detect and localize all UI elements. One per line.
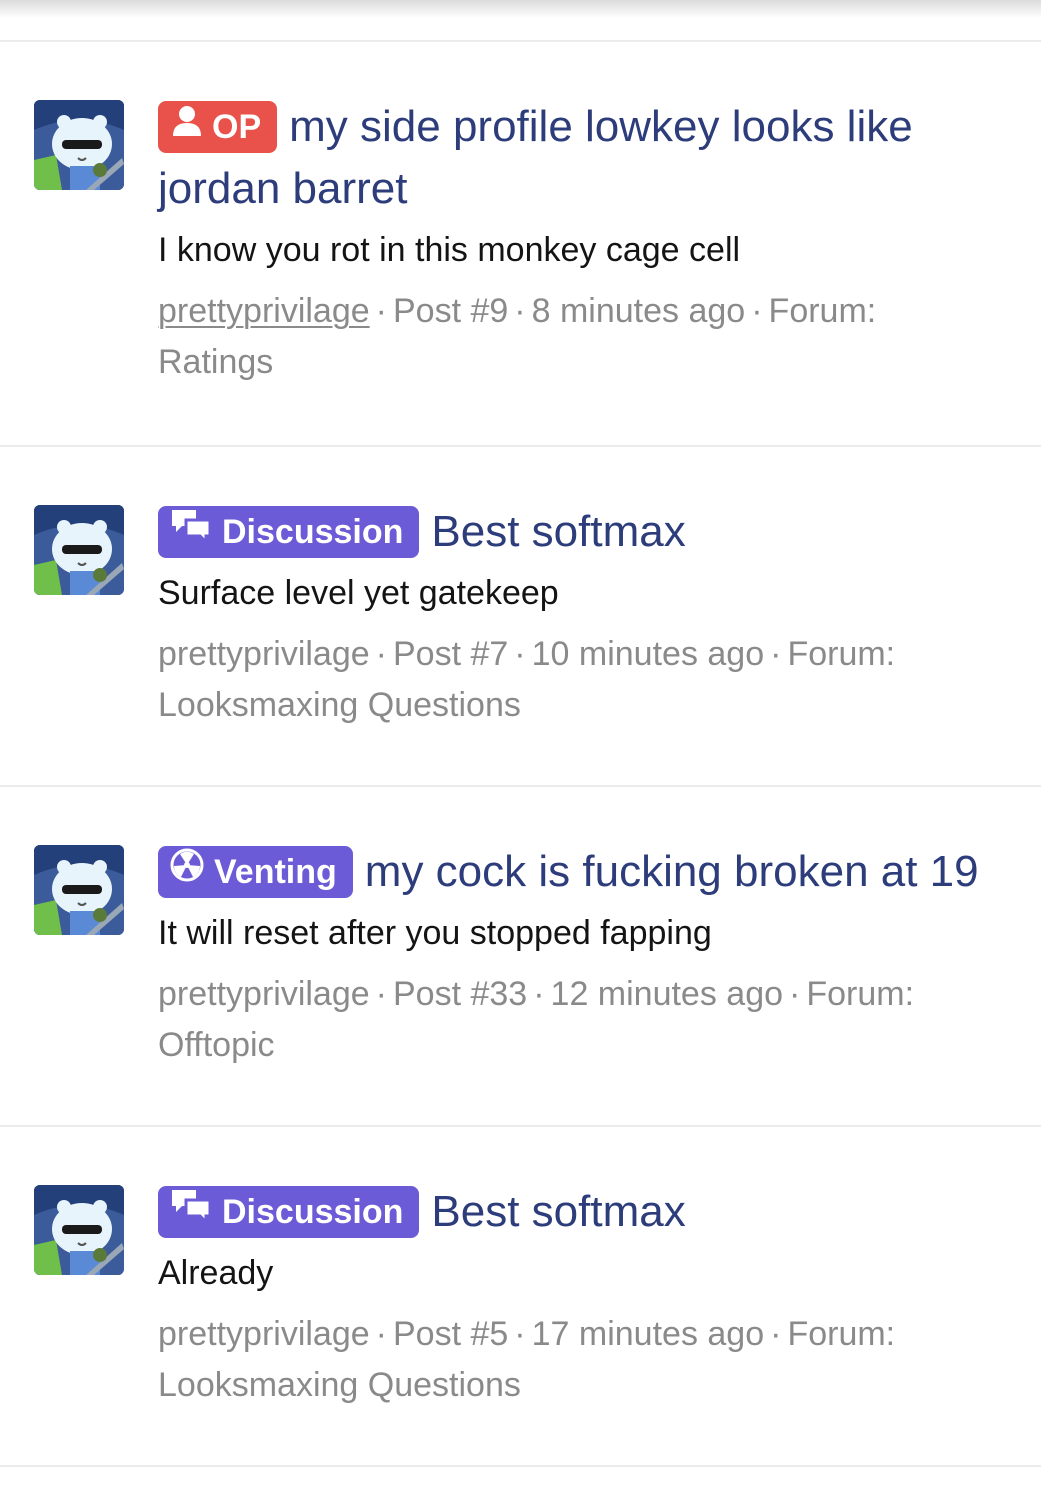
username-link[interactable]: prettyprivilage [158, 975, 370, 1013]
list-item[interactable]: Venting my cock is fucking broken at 19 I… [0, 787, 1041, 1127]
list-item[interactable]: Discussion Best softmax Already prettypri… [0, 1127, 1041, 1467]
thread-title-link[interactable]: Best softmax [431, 507, 685, 556]
username-link[interactable]: prettyprivilage [158, 1315, 370, 1353]
forum-link[interactable]: Ratings [158, 343, 273, 381]
post-meta: prettyprivilage · Post #7 · 10 minutes ago · F… [158, 635, 896, 724]
forum-label: Forum: [768, 292, 877, 330]
post-meta: prettyprivilage · Post #5 · 17 minutes ago · F… [158, 1315, 896, 1404]
badge-label: Discussion [222, 1193, 404, 1231]
venting-badge: Venting [158, 846, 353, 898]
list-item[interactable]: Discussion Best softmax Surface level yet… [0, 447, 1041, 787]
result-content: Discussion Best softmax Surface level yet… [158, 501, 1018, 731]
post-number-link[interactable]: Post #33 [393, 975, 527, 1013]
badge-label: Venting [214, 853, 337, 891]
avatar[interactable] [34, 1185, 124, 1275]
list-item[interactable]: OP my side profile lowkey looks like jord… [0, 42, 1041, 447]
avatar[interactable] [34, 505, 124, 595]
post-snippet: Surface level yet gatekeep [158, 574, 559, 612]
post-meta: prettyprivilage · Post #33 · 12 minutes ago ·… [158, 975, 915, 1064]
radiation-icon [170, 845, 204, 897]
avatar[interactable] [34, 100, 124, 190]
forum-link[interactable]: Looksmaxing Questions [158, 1366, 521, 1404]
forum-label: Forum: [806, 975, 915, 1013]
post-number-link[interactable]: Post #9 [393, 292, 508, 330]
post-time: 17 minutes ago [531, 1315, 765, 1353]
forum-link[interactable]: Offtopic [158, 1026, 275, 1064]
result-title-line[interactable]: Discussion Best softmax [158, 1181, 1018, 1243]
post-snippet: Already [158, 1254, 274, 1292]
post-meta: prettyprivilage · Post #9 · 8 minutes ago · Fo… [158, 292, 877, 381]
thread-title-link[interactable]: my cock is fucking broken at 19 [365, 847, 979, 896]
badge-label: OP [212, 108, 262, 146]
post-snippet: It will reset after you stopped fapping [158, 914, 712, 952]
discussion-badge: Discussion [158, 505, 420, 558]
result-title-line[interactable]: Discussion Best softmax [158, 501, 1018, 563]
op-badge: OP [158, 100, 278, 153]
post-snippet: I know you rot in this monkey cage cell [158, 231, 741, 269]
username-link[interactable]: prettyprivilage [158, 292, 370, 330]
thread-title-link[interactable]: Best softmax [431, 1187, 685, 1236]
result-content: Discussion Best softmax Already prettypri… [158, 1181, 1018, 1411]
forum-label: Forum: [787, 635, 896, 673]
avatar[interactable] [34, 845, 124, 935]
result-content: OP my side profile lowkey looks like jord… [158, 96, 1018, 388]
search-results-list: OP my side profile lowkey looks like jord… [0, 40, 1041, 1467]
post-time: 12 minutes ago [550, 975, 784, 1013]
forum-label: Forum: [787, 1315, 896, 1353]
result-title-line[interactable]: Venting my cock is fucking broken at 19 [158, 841, 1018, 903]
header-shadow [0, 0, 1041, 18]
post-time: 8 minutes ago [531, 292, 746, 330]
chat-bubbles-icon [170, 505, 212, 557]
post-time: 10 minutes ago [531, 635, 765, 673]
discussion-badge: Discussion [158, 1185, 420, 1238]
forum-link[interactable]: Looksmaxing Questions [158, 686, 521, 724]
result-title-line[interactable]: OP my side profile lowkey looks like jord… [158, 96, 1018, 220]
post-number-link[interactable]: Post #7 [393, 635, 508, 673]
result-content: Venting my cock is fucking broken at 19 I… [158, 841, 1018, 1071]
post-number-link[interactable]: Post #5 [393, 1315, 508, 1353]
user-icon [172, 100, 202, 152]
username-link[interactable]: prettyprivilage [158, 635, 370, 673]
chat-bubbles-icon [170, 1185, 212, 1237]
badge-label: Discussion [222, 513, 404, 551]
